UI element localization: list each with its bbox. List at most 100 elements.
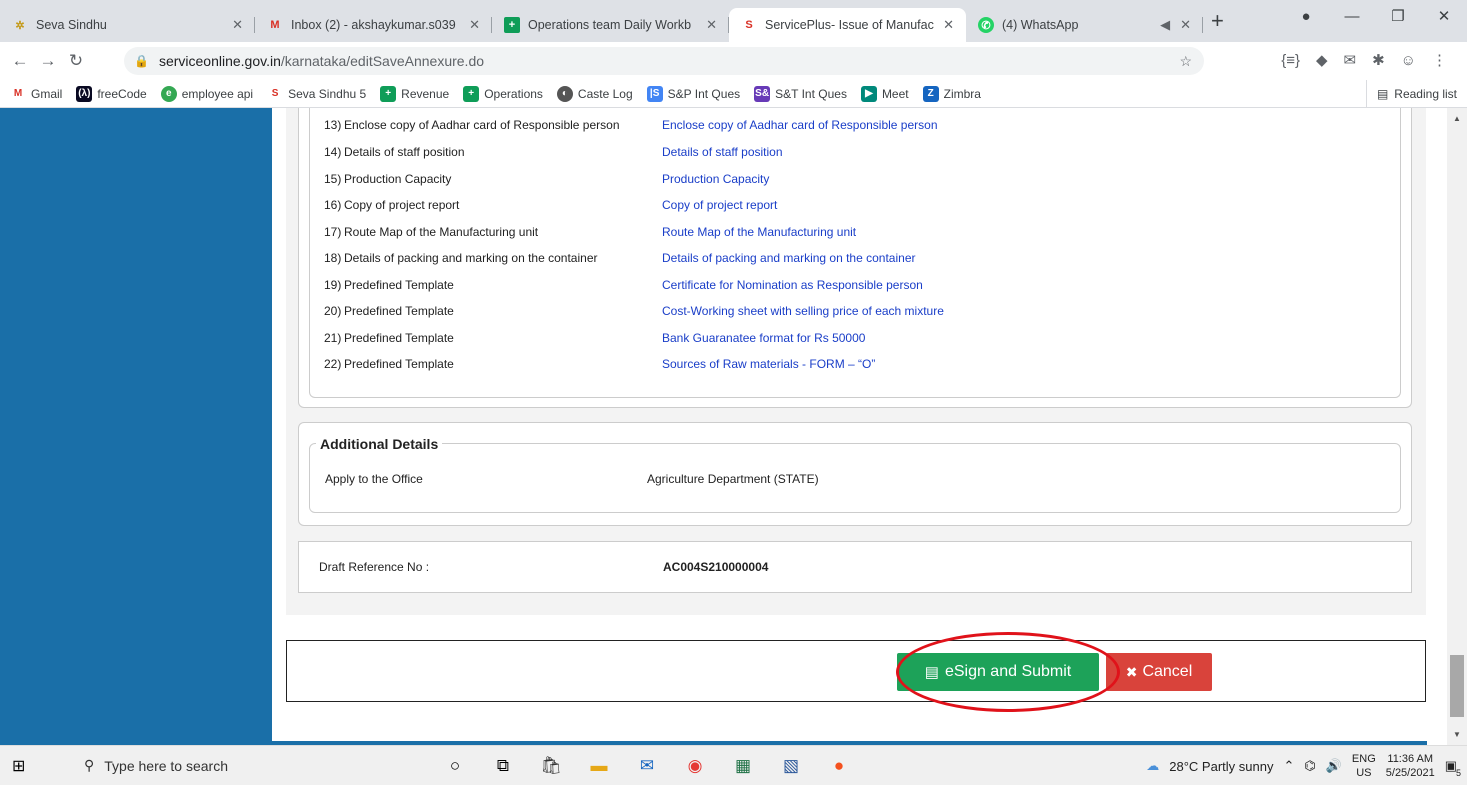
window-controls: ● — ❐ ✕ <box>1283 0 1467 32</box>
left-sidebar <box>0 108 272 745</box>
app-icon[interactable]: ● <box>821 751 857 781</box>
weather-icon: ☁ <box>1146 758 1160 773</box>
card-icon: ▤ <box>924 664 939 681</box>
bookmark-st-int-ques[interactable]: S& S&T Int Ques <box>754 85 847 102</box>
weather-text[interactable]: 28°C Partly sunny <box>1169 759 1273 774</box>
volume-icon[interactable]: 🔊 <box>1326 758 1342 774</box>
tab-serviceplus[interactable]: S ServicePlus- Issue of Manufac ✕ <box>729 8 966 42</box>
close-window-icon[interactable]: ✕ <box>1421 7 1467 25</box>
back-icon[interactable]: ← <box>6 51 34 71</box>
scrollbar-thumb[interactable] <box>1450 655 1464 717</box>
mute-icon[interactable]: ◀ <box>1160 17 1170 33</box>
maximize-icon[interactable]: ❐ <box>1375 7 1421 25</box>
file-explorer-icon[interactable]: ▬ <box>581 751 617 781</box>
document-link[interactable]: Production Capacity <box>662 172 769 186</box>
bookmark-sp-int-ques[interactable]: |S S&P Int Ques <box>646 85 740 102</box>
gmail-icon: M <box>13 88 23 99</box>
chrome-icon[interactable]: ◉ <box>677 751 713 781</box>
forward-icon[interactable]: → <box>34 51 62 71</box>
zimbra-icon: Z <box>922 85 939 102</box>
globe-icon: e <box>160 85 177 102</box>
new-tab-icon[interactable]: + <box>1211 8 1224 34</box>
bookmark-revenue[interactable]: + Revenue <box>380 85 449 102</box>
minimize-icon[interactable]: — <box>1329 8 1375 25</box>
store-icon[interactable]: 🛍 <box>533 751 569 781</box>
sheets-icon: + <box>380 85 397 102</box>
tab-strip: ✲ Seva Sindhu ✕ M Inbox (2) - akshaykuma… <box>0 0 1467 42</box>
taskbar: ⊞ ⚲ Type here to search ○ ⧉ 🛍 ▬ ✉ ◉ ▦ ▧ … <box>0 745 1467 785</box>
document-link[interactable]: Certificate for Nomination as Responsibl… <box>662 278 923 292</box>
chevron-up-icon[interactable]: ⌃ <box>1283 758 1294 774</box>
word-icon[interactable]: ▧ <box>773 751 809 781</box>
windows-start-icon[interactable]: ⊞ <box>12 756 32 776</box>
taskbar-search[interactable]: ⚲ Type here to search <box>70 746 285 786</box>
extension-icon[interactable]: ◆ <box>1316 51 1328 69</box>
bookmark-seva-sindhu[interactable]: S Seva Sindhu 5 <box>267 86 366 102</box>
url-field[interactable]: 🔒 serviceonline.gov.in/karnataka/editSav… <box>124 47 1204 75</box>
section-title: Additional Details <box>316 436 443 452</box>
document-link[interactable]: Sources of Raw materials - FORM – “O” <box>662 357 875 371</box>
tab-whatsapp[interactable]: ✆ (4) WhatsApp ◀ ✕ <box>966 8 1203 42</box>
taskbar-apps: ○ ⧉ 🛍 ▬ ✉ ◉ ▦ ▧ ● <box>437 751 857 781</box>
list-item: 18) Details of packing and marking on the… <box>324 251 916 265</box>
whatsapp-icon: ✆ <box>978 17 994 33</box>
clock[interactable]: 11:36 AM 5/25/2021 <box>1386 752 1435 780</box>
bookmark-zimbra[interactable]: Z Zimbra <box>922 85 981 102</box>
scroll-up-icon[interactable]: ▲ <box>1453 114 1461 123</box>
address-bar: ← → ↻ 🔒 serviceonline.gov.in/karnataka/e… <box>0 42 1467 80</box>
serviceplus-icon: S <box>271 88 279 99</box>
cancel-button[interactable]: ✖ Cancel <box>1106 653 1212 691</box>
tab-seva-sindhu[interactable]: ✲ Seva Sindhu ✕ <box>0 8 255 42</box>
list-item: 17) Route Map of the Manufacturing unit Ro… <box>324 225 857 239</box>
star-icon[interactable]: ☆ <box>1179 53 1192 70</box>
form-content: 13) Enclose copy of Aadhar card of Respon… <box>286 108 1426 615</box>
document-link[interactable]: Route Map of the Manufacturing unit <box>662 225 856 239</box>
system-tray: ☁ 28°C Partly sunny ⌃ ⌬ 🔊 ENG US 11:36 AM… <box>1146 746 1461 786</box>
avatar[interactable]: ☺ <box>1401 52 1416 69</box>
bookmark-freecode[interactable]: (λ) freeCode <box>76 85 147 102</box>
document-link[interactable]: Enclose copy of Aadhar card of Responsib… <box>662 118 938 132</box>
language-indicator[interactable]: ENG US <box>1352 752 1376 780</box>
document-link[interactable]: Details of staff position <box>662 145 783 159</box>
menu-icon[interactable]: ⋮ <box>1432 51 1447 69</box>
list-item: 19) Predefined Template Certificate for No… <box>324 278 923 292</box>
draft-reference-panel: Draft Reference No : AC004S210000004 <box>298 541 1412 593</box>
close-icon[interactable]: ✕ <box>1180 17 1191 33</box>
tab-operations[interactable]: + Operations team Daily Workb ✕ <box>492 8 729 42</box>
puzzle-icon[interactable]: ✱ <box>1372 51 1385 69</box>
close-icon[interactable]: ✕ <box>232 17 243 33</box>
reading-list[interactable]: ▤ Reading list <box>1365 80 1457 108</box>
document-link[interactable]: Details of packing and marking on the co… <box>662 251 915 265</box>
scroll-down-icon[interactable]: ▼ <box>1453 730 1461 739</box>
close-icon[interactable]: ✕ <box>469 17 480 33</box>
mail-icon[interactable]: ✉ <box>629 751 665 781</box>
cortana-icon[interactable]: ○ <box>437 751 473 781</box>
bookmark-caste-log[interactable]: ◐ Caste Log <box>556 85 633 102</box>
excel-icon[interactable]: ▦ <box>725 751 761 781</box>
bookmark-operations[interactable]: + Operations <box>463 85 543 102</box>
extension-icon[interactable]: ✉ <box>1344 51 1357 69</box>
meet-icon: ▶ <box>860 85 877 102</box>
document-link[interactable]: Bank Guaranatee format for Rs 50000 <box>662 331 865 345</box>
close-icon[interactable]: ✕ <box>943 17 954 33</box>
notification-icon[interactable]: ▣ 5 <box>1445 758 1461 778</box>
extension-icon[interactable]: {≡} <box>1281 52 1300 69</box>
esign-submit-button[interactable]: ▤ eSign and Submit <box>897 653 1099 691</box>
document-list: 13) Enclose copy of Aadhar card of Respon… <box>309 108 1401 398</box>
bookmark-employee-api[interactable]: e employee api <box>160 85 253 102</box>
reload-icon[interactable]: ↻ <box>62 51 90 71</box>
document-link[interactable]: Cost-Working sheet with selling price of… <box>662 304 944 318</box>
list-item: 16) Copy of project report Copy of project… <box>324 198 778 212</box>
bookmark-meet[interactable]: ▶ Meet <box>860 85 909 102</box>
scrollbar[interactable]: ▲ ▼ <box>1447 108 1467 745</box>
document-link[interactable]: Copy of project report <box>662 198 777 212</box>
close-icon[interactable]: ✕ <box>706 17 717 33</box>
web-page: 13) Enclose copy of Aadhar card of Respon… <box>0 108 1467 745</box>
bookmark-gmail[interactable]: M Gmail <box>10 86 63 102</box>
search-icon: ⚲ <box>84 757 95 773</box>
task-view-icon[interactable]: ⧉ <box>485 751 521 781</box>
tab-inbox[interactable]: M Inbox (2) - akshaykumar.s039 ✕ <box>255 8 492 42</box>
network-icon[interactable]: ⌬ <box>1304 758 1315 774</box>
list-item: 22) Predefined Template Sources of Raw mat… <box>324 357 876 371</box>
profile-icon[interactable]: ● <box>1283 8 1329 25</box>
